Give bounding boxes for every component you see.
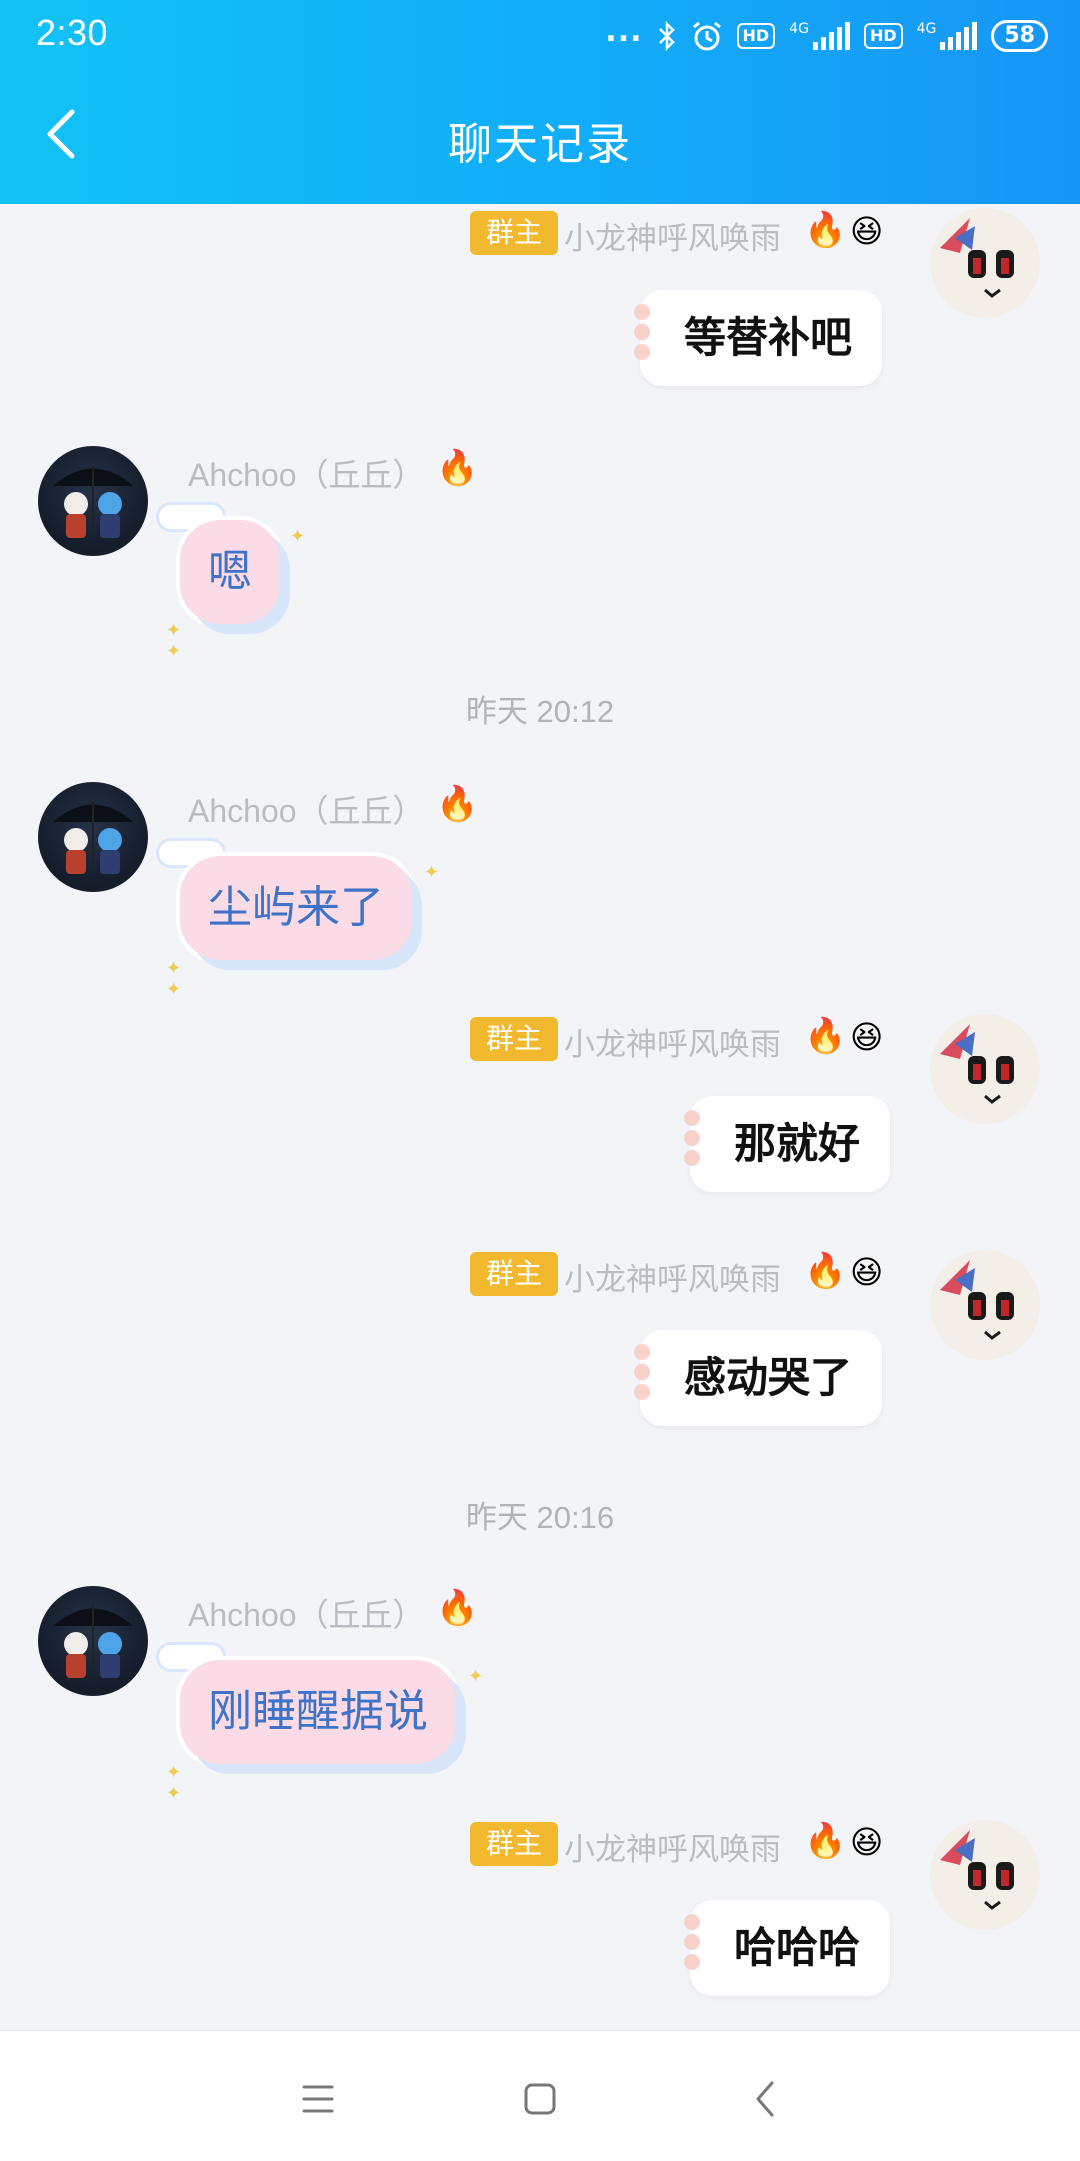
- timestamp: 昨天 20:12: [465, 694, 615, 729]
- message-text: 哈哈哈: [734, 1923, 861, 1972]
- paw-decoration: [628, 1340, 662, 1416]
- avatar[interactable]: [930, 208, 1040, 318]
- signal-icon-1: [812, 22, 850, 50]
- more-notifications-icon: ...: [605, 13, 643, 49]
- message-text: 那就好: [734, 1119, 861, 1168]
- avatar[interactable]: [930, 1250, 1040, 1360]
- avatar-image: [940, 218, 1014, 298]
- back-icon[interactable]: [736, 2069, 796, 2129]
- fire-icon: 🔥: [804, 1016, 847, 1056]
- sparkle-decoration: ✦ ✦: [166, 620, 182, 662]
- owner-badge: 群主: [470, 1017, 558, 1061]
- message-bubble[interactable]: 等替补吧: [634, 290, 883, 386]
- fire-icon: 🔥: [436, 784, 479, 824]
- timestamp: 昨天 20:16: [465, 1500, 615, 1535]
- avatar-image: [940, 1830, 1014, 1910]
- battery-icon: 58: [991, 20, 1048, 52]
- owner-badge: 群主: [470, 1822, 558, 1866]
- home-icon[interactable]: [510, 2069, 570, 2129]
- avatar-image: [53, 466, 133, 538]
- fire-icon: 🔥: [804, 1821, 847, 1861]
- message-bubble[interactable]: 尘屿来了: [180, 856, 412, 960]
- network-label-1: 4G: [789, 21, 809, 37]
- owner-badge: 群主: [470, 1252, 558, 1296]
- sparkle-decoration: ✦: [468, 1666, 484, 1687]
- sparkle-decoration: ✦: [290, 526, 306, 547]
- message-text: 尘屿来了: [208, 882, 384, 933]
- owner-badge: 群主: [470, 211, 558, 255]
- avatar-image: [940, 1260, 1014, 1340]
- fire-icon: 🔥: [804, 210, 847, 250]
- avatar-image: [940, 1024, 1014, 1104]
- message-bubble[interactable]: 刚睡醒据说: [180, 1660, 456, 1764]
- hd-badge-1: HD: [736, 23, 776, 49]
- system-nav-bar: [0, 2030, 1080, 2161]
- message-text: 嗯: [208, 546, 252, 597]
- sender-name[interactable]: 小龙神呼风唤雨: [564, 213, 781, 258]
- avatar[interactable]: [38, 446, 148, 556]
- hd-badge-2: HD: [863, 23, 903, 49]
- signal-icon-2: [940, 22, 978, 50]
- message-bubble[interactable]: 感动哭了: [634, 1330, 883, 1426]
- header-bar: 2:30 ... HD 4G HD 4G 58 聊天记录: [0, 0, 1080, 204]
- bluetooth-icon: [658, 21, 675, 51]
- paw-decoration: [678, 1106, 712, 1182]
- menu-icon[interactable]: [288, 2069, 348, 2129]
- avatar[interactable]: [930, 1014, 1040, 1124]
- message-text: 刚睡醒据说: [208, 1686, 428, 1737]
- message-bubble[interactable]: 那就好: [684, 1096, 891, 1192]
- sender-name[interactable]: 小龙神呼风唤雨: [564, 1824, 781, 1869]
- status-bar: 2:30 ... HD 4G HD 4G 58: [0, 0, 1080, 70]
- paw-decoration: [678, 1910, 712, 1986]
- network-label-2: 4G: [916, 21, 937, 37]
- paw-decoration: [628, 300, 662, 376]
- fire-icon: 🔥: [436, 1588, 479, 1628]
- alarm-icon: [692, 21, 721, 51]
- message-text: 等替补吧: [684, 313, 853, 362]
- avatar-image: [53, 802, 133, 874]
- sparkle-decoration: ✦ ✦: [166, 958, 182, 1000]
- avatar[interactable]: [38, 1586, 148, 1696]
- sender-name[interactable]: 小龙神呼风唤雨: [564, 1019, 781, 1064]
- sender-name[interactable]: Ahchoo（丘丘）: [188, 786, 425, 832]
- sparkle-decoration: ✦ ✦: [166, 1762, 182, 1804]
- smiley-icon: 😆: [850, 1823, 884, 1861]
- message-bubble[interactable]: 哈哈哈: [684, 1900, 891, 1996]
- avatar[interactable]: [930, 1820, 1040, 1930]
- message-text: 感动哭了: [684, 1353, 853, 1402]
- sender-name[interactable]: Ahchoo（丘丘）: [188, 1590, 425, 1636]
- status-icons: ... HD 4G HD 4G 58: [605, 14, 1048, 58]
- smiley-icon: 😆: [850, 1018, 884, 1056]
- smiley-icon: 😆: [850, 1253, 884, 1291]
- status-time: 2:30: [36, 12, 109, 53]
- message-bubble[interactable]: 嗯: [180, 520, 280, 624]
- sender-name[interactable]: Ahchoo（丘丘）: [188, 450, 425, 496]
- avatar[interactable]: [38, 782, 148, 892]
- sender-name[interactable]: 小龙神呼风唤雨: [564, 1254, 781, 1299]
- smiley-icon: 😆: [850, 212, 884, 250]
- sparkle-decoration: ✦: [424, 862, 440, 883]
- avatar-image: [53, 1606, 133, 1678]
- fire-icon: 🔥: [804, 1251, 847, 1291]
- fire-icon: 🔥: [436, 448, 479, 488]
- page-title: 聊天记录: [448, 119, 632, 170]
